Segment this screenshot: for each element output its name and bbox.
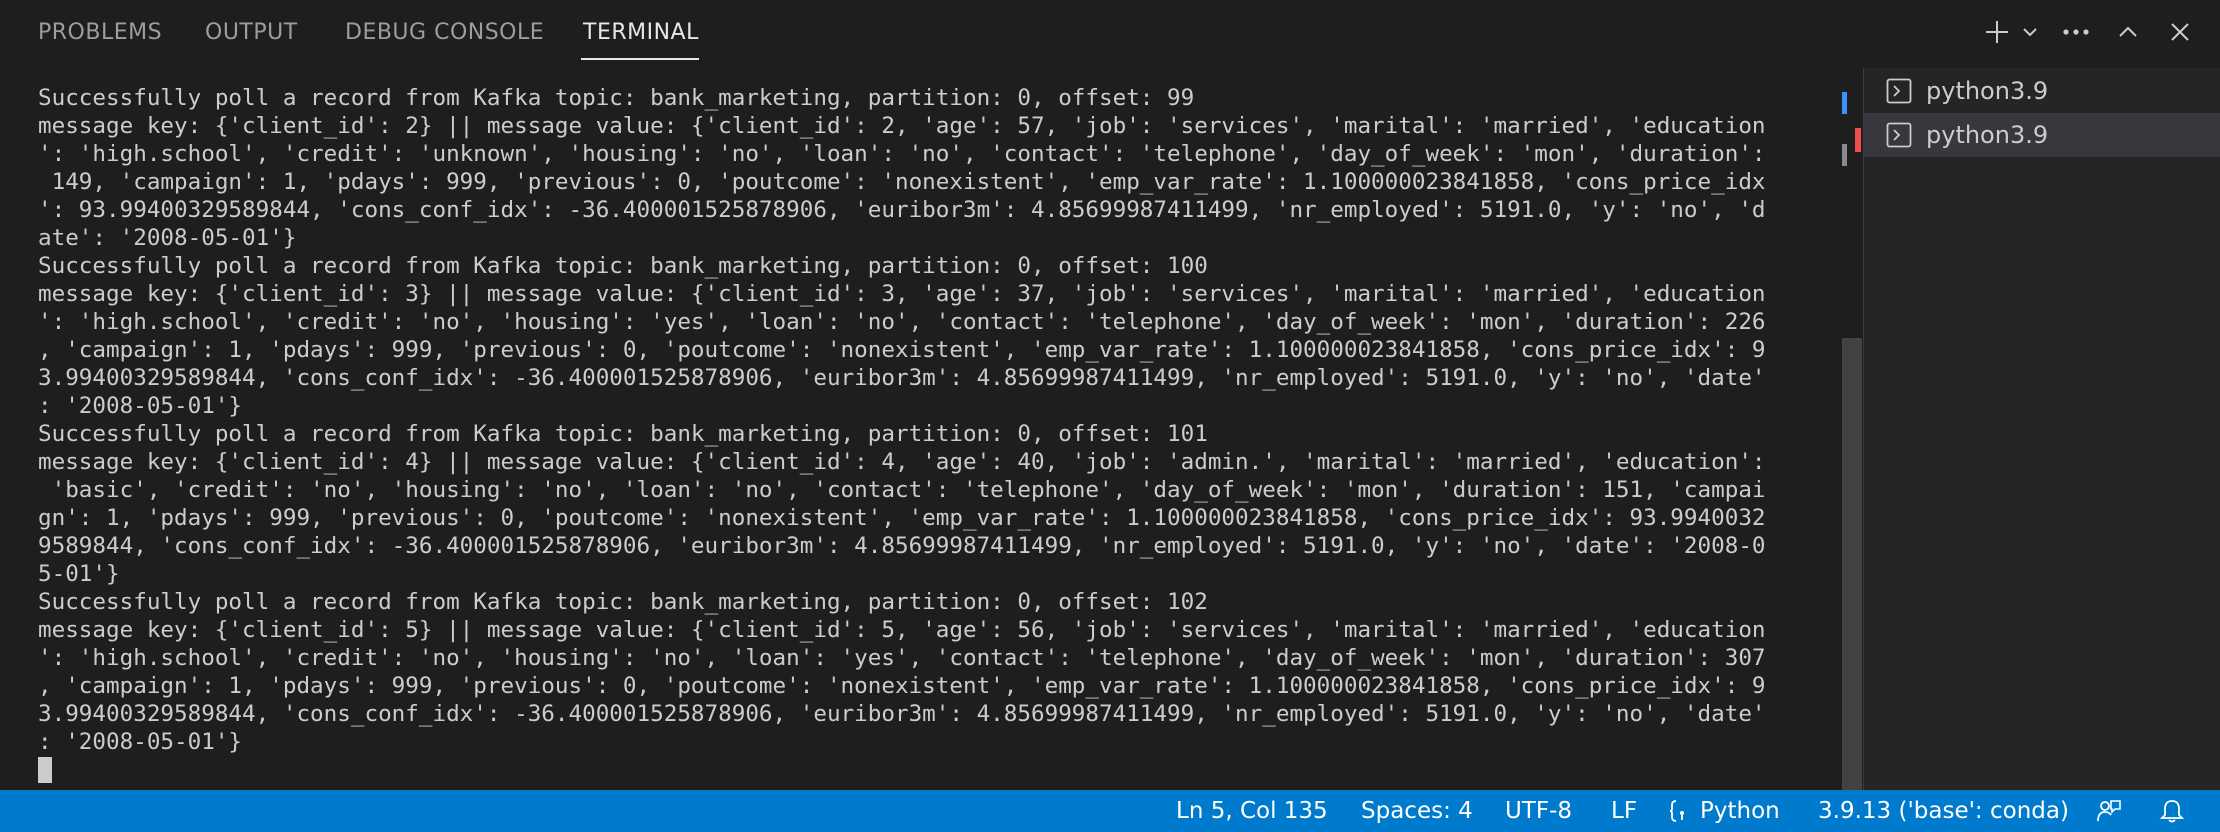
- status-cursor-position[interactable]: Ln 5, Col 135: [1176, 790, 1328, 832]
- status-language-label: Python: [1700, 798, 1780, 824]
- panel-actions: [1982, 10, 2202, 54]
- terminal-line: ': 'high.school', 'credit': 'unknown', '…: [38, 141, 1766, 167]
- terminal-cursor: [38, 757, 52, 783]
- terminal-line: , 'campaign': 1, 'pdays': 999, 'previous…: [38, 337, 1766, 363]
- terminal-icon: [1886, 78, 1912, 104]
- terminal-profile-dropdown[interactable]: [2012, 10, 2048, 54]
- terminal-list-item[interactable]: python3.9: [1864, 69, 2220, 113]
- panel-tab-bar: PROBLEMS OUTPUT DEBUG CONSOLE TERMINAL: [0, 0, 2220, 68]
- terminal-line: 3.99400329589844, 'cons_conf_idx': -36.4…: [38, 365, 1766, 391]
- terminal-line: , 'campaign': 1, 'pdays': 999, 'previous…: [38, 673, 1766, 699]
- tab-problems[interactable]: PROBLEMS: [38, 20, 162, 45]
- status-indentation[interactable]: Spaces: 4: [1361, 790, 1473, 832]
- terminal-line: Successfully poll a record from Kafka to…: [38, 253, 1208, 279]
- terminal-list-item-label: python3.9: [1926, 121, 2049, 149]
- feedback-icon: [2097, 800, 2121, 822]
- scroll-marker-gray: [1842, 144, 1847, 166]
- terminal-line: message key: {'client_id': 4} || message…: [38, 449, 1766, 475]
- terminal-line: 5-01'}: [38, 561, 120, 587]
- active-tab-indicator: [581, 58, 699, 60]
- terminal-line: : '2008-05-01'}: [38, 393, 243, 419]
- chevron-down-icon: [2023, 28, 2037, 37]
- terminal-line: Successfully poll a record from Kafka to…: [38, 421, 1208, 447]
- close-icon: [2171, 23, 2189, 41]
- status-language-mode[interactable]: Python: [1668, 790, 1780, 832]
- terminal-line: message key: {'client_id': 5} || message…: [38, 617, 1766, 643]
- status-line-ending[interactable]: LF: [1611, 790, 1637, 832]
- terminal-line: message key: {'client_id': 3} || message…: [38, 281, 1766, 307]
- tab-terminal[interactable]: TERMINAL: [583, 20, 699, 45]
- scroll-marker-red: [1855, 128, 1861, 152]
- close-panel-button[interactable]: [2158, 10, 2202, 54]
- terminal-line: gn': 1, 'pdays': 999, 'previous': 0, 'po…: [38, 505, 1766, 531]
- terminal-output[interactable]: Successfully poll a record from Kafka to…: [38, 84, 1838, 784]
- terminal-line: ate': '2008-05-01'}: [38, 225, 297, 251]
- terminal-scrollbar-thumb[interactable]: [1842, 338, 1862, 790]
- braces-icon: [1668, 798, 1692, 824]
- terminal-line: 9589844, 'cons_conf_idx': -36.4000015258…: [38, 533, 1766, 559]
- terminal-list-item-selected[interactable]: python3.9: [1864, 113, 2220, 157]
- terminal-line: ': 'high.school', 'credit': 'no', 'housi…: [38, 309, 1766, 335]
- terminal-list-item-label: python3.9: [1926, 77, 2049, 105]
- terminal-line: message key: {'client_id': 2} || message…: [38, 113, 1766, 139]
- terminal-line: ': 'high.school', 'credit': 'no', 'housi…: [38, 645, 1766, 671]
- feedback-button[interactable]: [2096, 790, 2122, 832]
- terminal-icon: [1886, 122, 1912, 148]
- scroll-marker-blue: [1842, 92, 1847, 114]
- status-bar: Ln 5, Col 135 Spaces: 4 UTF-8 LF Python …: [0, 790, 2220, 832]
- new-terminal-button[interactable]: [1982, 10, 2012, 54]
- terminal-line: 3.99400329589844, 'cons_conf_idx': -36.4…: [38, 701, 1766, 727]
- terminal-line: Successfully poll a record from Kafka to…: [38, 589, 1208, 615]
- terminal-line: : '2008-05-01'}: [38, 729, 243, 755]
- tab-debug-console[interactable]: DEBUG CONSOLE: [345, 20, 544, 45]
- bottom-panel: PROBLEMS OUTPUT DEBUG CONSOLE TERMINAL S…: [0, 0, 2220, 790]
- notifications-button[interactable]: [2159, 790, 2185, 832]
- terminal-line: ': 93.99400329589844, 'cons_conf_idx': -…: [38, 197, 1766, 223]
- plus-icon: [1986, 21, 2008, 43]
- maximize-panel-button[interactable]: [2106, 10, 2150, 54]
- terminal-line: Successfully poll a record from Kafka to…: [38, 85, 1195, 111]
- bell-icon: [2159, 800, 2185, 823]
- terminal-line: 'basic', 'credit': 'no', 'housing': 'no'…: [38, 477, 1766, 503]
- ellipsis-icon: [2063, 29, 2089, 35]
- status-python-interpreter[interactable]: 3.9.13 ('base': conda): [1818, 790, 2069, 832]
- terminal-list: python3.9 python3.9: [1863, 68, 2220, 790]
- terminal-line: 149, 'campaign': 1, 'pdays': 999, 'previ…: [38, 169, 1766, 195]
- more-actions-button[interactable]: [2054, 10, 2098, 54]
- chevron-up-icon: [2119, 26, 2137, 37]
- tab-output[interactable]: OUTPUT: [205, 20, 298, 45]
- status-encoding[interactable]: UTF-8: [1505, 790, 1572, 832]
